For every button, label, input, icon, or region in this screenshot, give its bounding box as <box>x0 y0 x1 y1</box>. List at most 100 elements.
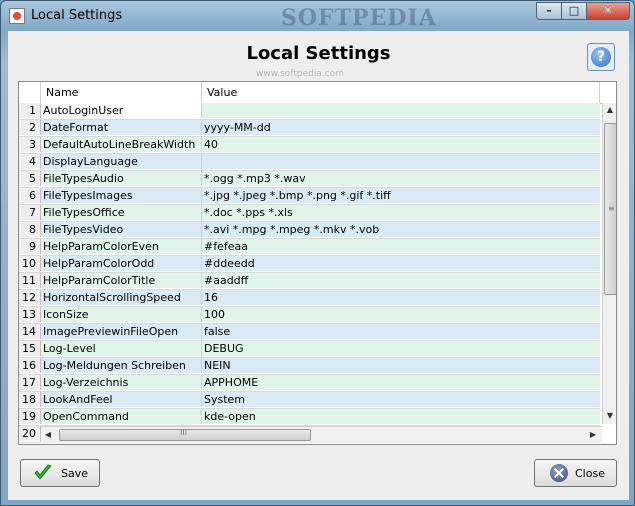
table-row[interactable]: 16 Log-Meldungen Schreiben NEIN <box>19 358 600 375</box>
setting-name-cell[interactable]: IconSize <box>41 307 202 322</box>
horizontal-scroll-thumb[interactable]: III <box>59 428 311 441</box>
vertical-scrollbar[interactable]: ▲ ≡ ▼ <box>602 103 616 424</box>
table-row[interactable]: 9 HelpParamColorEven #fefeaa <box>19 239 600 256</box>
table-row[interactable]: 12 HorizontalScrollingSpeed 16 <box>19 290 600 307</box>
table-row[interactable]: 6 FileTypesImages *.jpg *.jpeg *.bmp *.png… <box>19 188 600 205</box>
row-number: 18 <box>19 392 41 407</box>
row-number: 11 <box>19 273 41 288</box>
scroll-up-arrow-icon[interactable]: ▲ <box>603 103 616 117</box>
setting-value-cell[interactable]: #aaddff <box>202 273 600 288</box>
row-number: 6 <box>19 188 41 203</box>
row-number: 8 <box>19 222 41 237</box>
setting-value-cell[interactable] <box>202 154 600 169</box>
setting-name-cell[interactable]: ImagePreviewinFileOpen <box>41 324 202 339</box>
setting-value-cell[interactable]: false <box>202 324 600 339</box>
checkmark-icon <box>34 464 52 480</box>
setting-name-cell[interactable]: Log-Meldungen Schreiben <box>41 358 202 373</box>
column-header-name[interactable]: Name <box>41 82 202 103</box>
title-bar[interactable]: Local Settings SOFTPEDIA – □ ✕ <box>1 1 634 31</box>
table-row[interactable]: 18 LookAndFeel System <box>19 392 600 409</box>
setting-name-cell[interactable]: OpenCommand <box>41 409 202 424</box>
help-button[interactable]: ? <box>587 43 615 71</box>
row-number: 7 <box>19 205 41 220</box>
setting-value-cell[interactable]: *.avi *.mpg *.mpeg *.mkv *.vob <box>202 222 600 237</box>
row-number: 9 <box>19 239 41 254</box>
setting-name-cell[interactable]: HelpParamColorOdd <box>41 256 202 271</box>
row-number: 4 <box>19 154 41 169</box>
row-number: 12 <box>19 290 41 305</box>
setting-value-cell[interactable]: 40 <box>202 137 600 152</box>
minimize-button[interactable]: – <box>536 2 562 20</box>
setting-value-cell[interactable]: APPHOME <box>202 375 600 390</box>
table-row[interactable]: 1 AutoLoginUser <box>19 103 600 120</box>
table-row[interactable]: 3 DefaultAutoLineBreakWidth 40 <box>19 137 600 154</box>
table-row[interactable]: 4 DisplayLanguage <box>19 154 600 171</box>
table-row[interactable]: 5 FileTypesAudio *.ogg *.mp3 *.wav <box>19 171 600 188</box>
setting-name-cell[interactable]: DefaultAutoLineBreakWidth <box>41 137 202 152</box>
horizontal-scrollbar[interactable]: ◀ III ▶ <box>41 426 602 443</box>
setting-value-cell[interactable]: DEBUG <box>202 341 600 356</box>
setting-value-cell[interactable]: *.ogg *.mp3 *.wav <box>202 171 600 186</box>
setting-value-cell[interactable]: 100 <box>202 307 600 322</box>
table-row[interactable]: 17 Log-Verzeichnis APPHOME <box>19 375 600 392</box>
minimize-icon: – <box>546 4 552 17</box>
setting-value-cell[interactable]: *.doc *.pps *.xls <box>202 205 600 220</box>
settings-table: Name Value 1 AutoLoginUser 2 DateFormat yyyy… <box>18 81 617 445</box>
save-button-label: Save <box>61 467 89 480</box>
close-button[interactable]: Close <box>534 459 617 487</box>
page-title: Local Settings <box>246 43 391 64</box>
table-body: 1 AutoLoginUser 2 DateFormat yyyy-MM-dd 3 Defa… <box>19 103 600 443</box>
setting-name-cell[interactable]: DisplayLanguage <box>41 154 202 169</box>
setting-name-cell[interactable]: Log-Verzeichnis <box>41 375 202 390</box>
row-number: 16 <box>19 358 41 373</box>
softpedia-url-watermark: www.softpedia.com <box>256 69 344 79</box>
table-row[interactable]: 11 HelpParamColorTitle #aaddff <box>19 273 600 290</box>
scroll-left-arrow-icon[interactable]: ◀ <box>41 427 55 443</box>
scroll-down-arrow-icon[interactable]: ▼ <box>603 409 616 423</box>
setting-value-cell[interactable] <box>202 103 600 118</box>
setting-name-cell[interactable]: LookAndFeel <box>41 392 202 407</box>
setting-value-cell[interactable]: NEIN <box>202 358 600 373</box>
row-number: 1 <box>19 103 41 118</box>
vertical-scroll-thumb[interactable]: ≡ <box>604 123 616 295</box>
row-number-header <box>19 82 41 103</box>
table-row[interactable]: 2 DateFormat yyyy-MM-dd <box>19 120 600 137</box>
maximize-button[interactable]: □ <box>561 2 587 20</box>
table-row[interactable]: 7 FileTypesOffice *.doc *.pps *.xls <box>19 205 600 222</box>
table-header: Name Value <box>19 82 616 104</box>
setting-name-cell[interactable]: FileTypesOffice <box>41 205 202 220</box>
setting-value-cell[interactable]: kde-open <box>202 409 600 424</box>
close-button-label: Close <box>575 467 605 480</box>
table-row[interactable]: 19 OpenCommand kde-open <box>19 409 600 426</box>
grip-icon: III <box>180 428 188 437</box>
setting-name-cell[interactable]: HelpParamColorEven <box>41 239 202 254</box>
close-icon: ✕ <box>603 4 613 17</box>
table-row[interactable]: 13 IconSize 100 <box>19 307 600 324</box>
window-close-button[interactable]: ✕ <box>586 2 630 20</box>
setting-name-cell[interactable]: Log-Level <box>41 341 202 356</box>
close-circle-icon <box>550 464 568 482</box>
help-icon: ? <box>591 47 611 67</box>
setting-name-cell[interactable]: FileTypesAudio <box>41 171 202 186</box>
scroll-right-arrow-icon[interactable]: ▶ <box>586 427 600 443</box>
table-row[interactable]: 10 HelpParamColorOdd #ddeedd <box>19 256 600 273</box>
setting-value-cell[interactable]: #ddeedd <box>202 256 600 271</box>
setting-value-cell[interactable]: yyyy-MM-dd <box>202 120 600 135</box>
column-header-value[interactable]: Value <box>202 82 600 103</box>
setting-name-cell[interactable]: FileTypesImages <box>41 188 202 203</box>
table-row[interactable]: 8 FileTypesVideo *.avi *.mpg *.mpeg *.mkv … <box>19 222 600 239</box>
setting-value-cell[interactable]: *.jpg *.jpeg *.bmp *.png *.gif *.tiff <box>202 188 600 203</box>
table-row[interactable]: 14 ImagePreviewinFileOpen false <box>19 324 600 341</box>
setting-value-cell[interactable]: System <box>202 392 600 407</box>
row-number: 3 <box>19 137 41 152</box>
save-button[interactable]: Save <box>20 459 100 487</box>
setting-name-cell[interactable]: AutoLoginUser <box>41 103 202 118</box>
setting-name-cell[interactable]: DateFormat <box>41 120 202 135</box>
setting-name-cell[interactable]: FileTypesVideo <box>41 222 202 237</box>
setting-name-cell[interactable]: HelpParamColorTitle <box>41 273 202 288</box>
row-number: 20 <box>19 426 41 441</box>
setting-value-cell[interactable]: 16 <box>202 290 600 305</box>
table-row[interactable]: 15 Log-Level DEBUG <box>19 341 600 358</box>
setting-value-cell[interactable]: #fefeaa <box>202 239 600 254</box>
setting-name-cell[interactable]: HorizontalScrollingSpeed <box>41 290 202 305</box>
